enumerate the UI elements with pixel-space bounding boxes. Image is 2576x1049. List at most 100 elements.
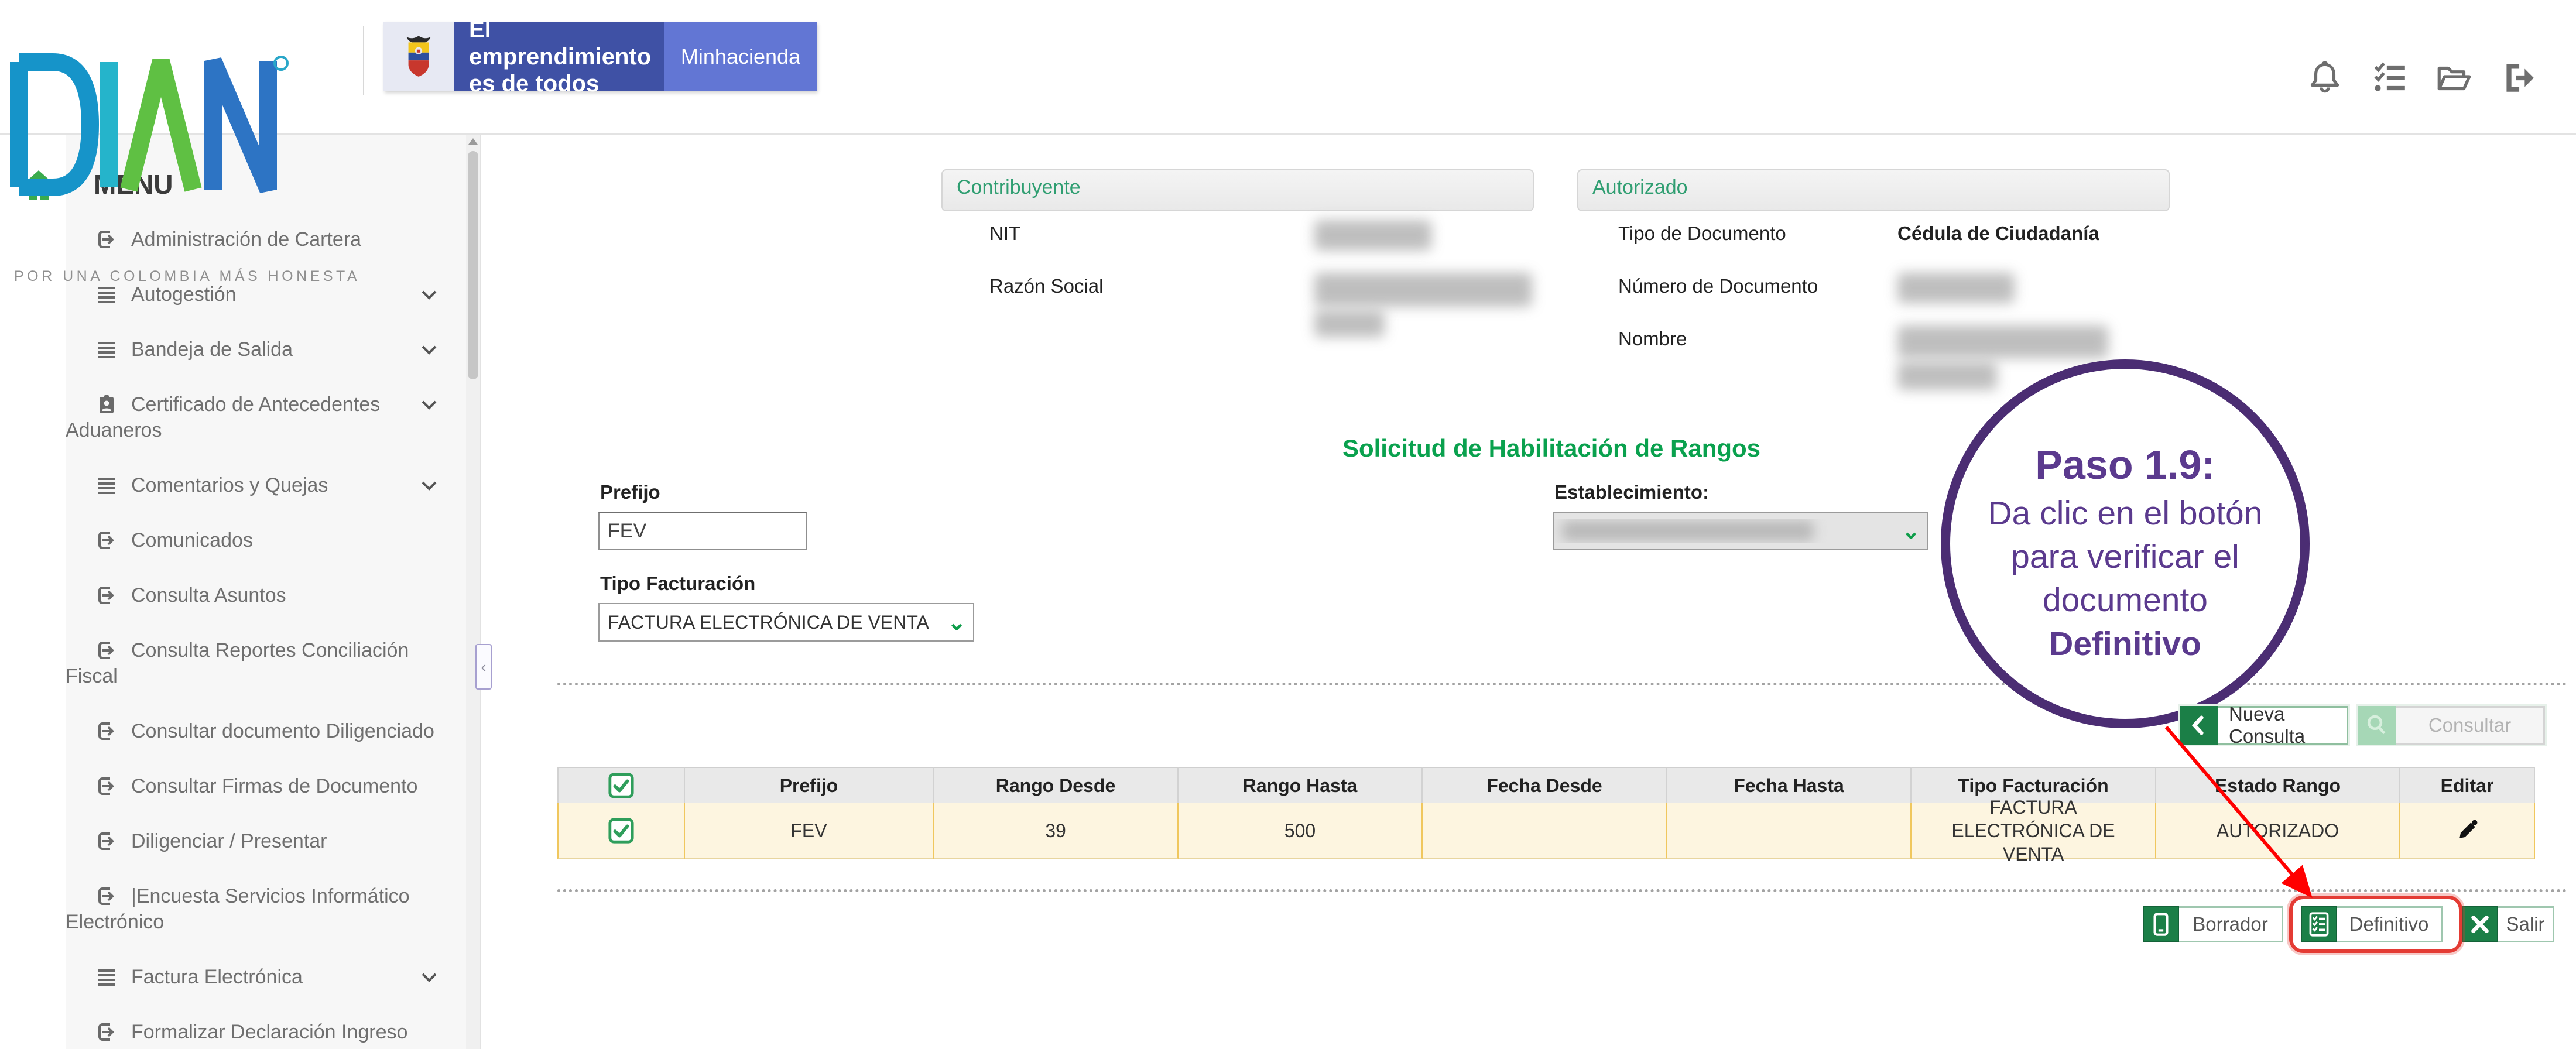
nombre-label: Nombre xyxy=(1618,328,1687,350)
sidebar-item[interactable]: Formalizar Declaración Ingreso Salida de… xyxy=(66,1005,467,1049)
search-icon xyxy=(2358,706,2396,745)
annotation-line: para verificar el xyxy=(1950,535,2300,578)
numero-documento-value-redacted xyxy=(1897,273,2015,303)
checklist-document-icon xyxy=(2301,906,2337,942)
rangos-table: PrefijoRango DesdeRango HastaFecha Desde… xyxy=(557,767,2535,859)
prefijo-input[interactable] xyxy=(598,512,807,550)
banner-line2: es de todos xyxy=(469,70,664,97)
consultar-button[interactable]: Consultar xyxy=(2358,706,2545,745)
menu-lines-icon xyxy=(95,965,118,989)
box-arrow-icon xyxy=(95,228,118,251)
sidebar-item[interactable]: Consulta Asuntos xyxy=(66,568,467,623)
sidebar-item[interactable]: Factura Electrónica xyxy=(66,949,467,1005)
tipo-facturacion-selected: FACTURA ELECTRÓNICA DE VENTA xyxy=(600,612,940,633)
autorizado-panel-header: Autorizado xyxy=(1577,169,2170,211)
annotation-line: Da clic en el botón xyxy=(1950,492,2300,535)
sidebar-item[interactable]: Comentarios y Quejas xyxy=(66,458,467,513)
chevron-down-icon: ⌄ xyxy=(1895,518,1927,544)
table-header-row: PrefijoRango DesdeRango HastaFecha Desde… xyxy=(557,767,2535,803)
sidebar-item[interactable]: Bandeja de Salida xyxy=(66,322,467,377)
sidebar-item-label: Consulta Reportes Conciliación Fiscal xyxy=(66,637,460,689)
box-arrow-icon xyxy=(95,885,118,908)
gov-banner: El emprendimiento es de todos Minhaciend… xyxy=(383,22,817,91)
nueva-consulta-button[interactable]: Nueva Consulta xyxy=(2180,706,2348,745)
sidebar-item[interactable]: |Encuesta Servicios Informático Electrón… xyxy=(66,869,467,949)
contribuyente-panel-header: Contribuyente xyxy=(941,169,1534,211)
annotation-step-circle: Paso 1.9: Da clic en el botón para verif… xyxy=(1941,359,2310,728)
nueva-consulta-label: Nueva Consulta xyxy=(2218,706,2348,745)
sidebar-item-label: Certificado de Antecedentes Aduaneros xyxy=(66,392,460,443)
definitivo-button[interactable]: Definitivo xyxy=(2301,906,2443,942)
box-arrow-icon xyxy=(95,719,118,743)
box-arrow-icon xyxy=(95,774,118,798)
select-all-checkbox[interactable] xyxy=(557,767,685,803)
definitivo-label: Definitivo xyxy=(2337,906,2443,942)
sidebar-item-label: Comentarios y Quejas xyxy=(66,472,460,498)
column-header: Prefijo xyxy=(685,767,934,803)
scrollbar-thumb[interactable] xyxy=(468,151,478,379)
prefijo-label: Prefijo xyxy=(600,481,660,503)
table-cell: 39 xyxy=(934,803,1179,859)
sidebar-item[interactable]: Administración de Cartera xyxy=(66,212,467,267)
header-divider xyxy=(363,26,364,95)
scrollbar-up-arrow[interactable] xyxy=(468,138,478,145)
open-folder-icon[interactable] xyxy=(2434,59,2473,97)
dashed-separator-bottom xyxy=(557,889,2568,892)
menu-lines-icon xyxy=(95,283,118,306)
box-arrow-icon xyxy=(95,584,118,607)
sidebar-collapse-handle[interactable]: ‹ xyxy=(475,644,492,690)
sidebar-item-label: Administración de Cartera xyxy=(66,227,460,252)
chevron-down-icon xyxy=(419,475,439,495)
establecimiento-value-redacted xyxy=(1562,521,1814,541)
sidebar-item[interactable]: Consultar Firmas de Documento xyxy=(66,759,467,814)
notifications-bell-icon[interactable] xyxy=(2306,59,2344,97)
top-header: POR UNA COLOMBIA MÁS HONESTA El emprendi… xyxy=(0,0,2576,135)
annotation-emphasis: Definitivo xyxy=(1950,622,2300,666)
numero-documento-label: Número de Documento xyxy=(1618,275,1818,297)
sidebar-item[interactable]: Consultar documento Diligenciado xyxy=(66,704,467,759)
task-list-icon[interactable] xyxy=(2370,59,2409,97)
sidebar-item[interactable]: Comunicados xyxy=(66,513,467,568)
tipo-facturacion-select[interactable]: FACTURA ELECTRÓNICA DE VENTA ⌄ xyxy=(598,603,974,642)
box-arrow-icon xyxy=(95,829,118,853)
nit-value-redacted xyxy=(1314,220,1431,251)
chevron-down-icon xyxy=(419,967,439,987)
table-cell: AUTORIZADO xyxy=(2156,803,2400,859)
sidebar-item[interactable]: Consulta Reportes Conciliación Fiscal xyxy=(66,623,467,704)
establecimiento-select[interactable]: ⌄ xyxy=(1553,512,1928,550)
logo-tagline: POR UNA COLOMBIA MÁS HONESTA xyxy=(14,268,360,285)
salir-button[interactable]: Salir xyxy=(2462,906,2554,942)
column-header: Estado Rango xyxy=(2156,767,2400,803)
consultar-label: Consultar xyxy=(2396,706,2545,745)
nit-label: NIT xyxy=(989,222,1020,245)
sign-out-icon[interactable] xyxy=(2499,59,2537,97)
salir-label: Salir xyxy=(2498,906,2554,942)
sidebar-item[interactable]: Diligenciar / Presentar xyxy=(66,814,467,869)
sidebar-item-label: |Encuesta Servicios Informático Electrón… xyxy=(66,883,460,935)
column-header: Fecha Desde xyxy=(1423,767,1667,803)
borrador-button[interactable]: Borrador xyxy=(2143,906,2283,942)
sidebar-scrollbar[interactable] xyxy=(466,135,480,1049)
edit-pencil-icon[interactable] xyxy=(2400,803,2535,859)
sidebar-item-label: Comunicados xyxy=(66,527,460,553)
chevron-down-icon xyxy=(419,284,439,304)
box-arrow-icon xyxy=(95,1020,118,1044)
banner-ministry: Minhacienda xyxy=(664,22,817,91)
table-cell: 500 xyxy=(1179,803,1423,859)
row-checkbox[interactable] xyxy=(557,803,685,859)
menu-lines-icon xyxy=(95,338,118,361)
tipo-facturacion-label: Tipo Facturación xyxy=(600,573,755,595)
column-header: Rango Hasta xyxy=(1179,767,1423,803)
box-arrow-icon xyxy=(95,639,118,662)
dian-logo: POR UNA COLOMBIA MÁS HONESTA xyxy=(5,52,309,198)
table-row: FEV39500FACTURA ELECTRÓNICA DE VENTAAUTO… xyxy=(557,803,2535,859)
colombia-crest-icon xyxy=(383,22,454,91)
sidebar-item[interactable]: Certificado de Antecedentes Aduaneros xyxy=(66,377,467,458)
menu-list: Administración de CarteraAutogestiónBand… xyxy=(66,212,467,1049)
sidebar-item-label: Consultar Firmas de Documento xyxy=(66,773,460,799)
sidebar-item-label: Consultar documento Diligenciado xyxy=(66,718,460,744)
table-cell xyxy=(1423,803,1667,859)
column-header: Rango Desde xyxy=(934,767,1179,803)
sidebar-item-label: Formalizar Declaración Ingreso Salida de… xyxy=(66,1019,460,1049)
sidebar-item-label: Factura Electrónica xyxy=(66,964,460,990)
